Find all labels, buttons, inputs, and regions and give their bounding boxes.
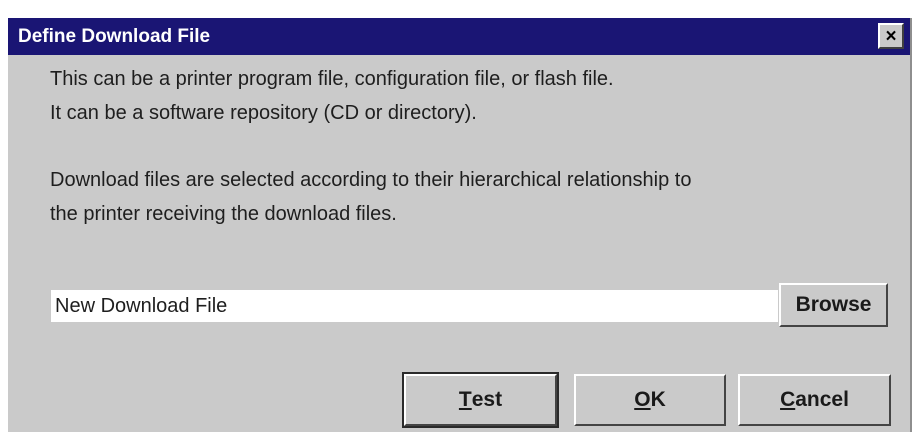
- cancel-label: ancel: [795, 388, 849, 411]
- close-icon: ×: [885, 25, 897, 47]
- download-file-input[interactable]: [51, 290, 778, 322]
- message-line-4: the printer receiving the download files…: [50, 203, 397, 225]
- test-label: est: [471, 388, 503, 411]
- cancel-button[interactable]: Cancel: [738, 374, 891, 426]
- close-button[interactable]: ×: [878, 23, 904, 49]
- title-bar[interactable]: Define Download File ×: [8, 18, 910, 55]
- message-line-1: This can be a printer program file, conf…: [50, 68, 614, 90]
- define-download-file-dialog: Define Download File × This can be a pri…: [8, 18, 912, 432]
- ok-label: K: [650, 388, 666, 411]
- browse-button[interactable]: Browse: [779, 283, 888, 327]
- ok-mnemonic: O: [634, 388, 651, 411]
- cancel-mnemonic: C: [780, 388, 796, 411]
- test-button[interactable]: Test: [402, 372, 559, 428]
- message-line-2: It can be a software repository (CD or d…: [50, 102, 477, 124]
- dialog-title: Define Download File: [18, 26, 211, 47]
- test-mnemonic: T: [458, 388, 472, 411]
- ok-button[interactable]: OK: [574, 374, 726, 426]
- message-line-3: Download files are selected according to…: [50, 169, 692, 191]
